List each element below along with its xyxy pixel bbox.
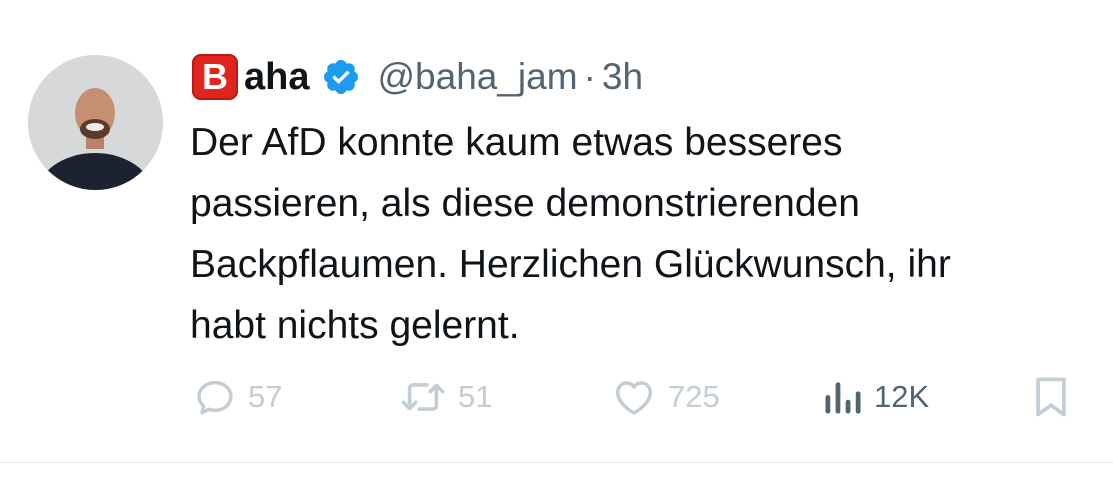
tweet-text-line: Backpflaumen. Herzlichen Glückwunsch, ih… <box>190 243 951 286</box>
heart-icon <box>615 381 653 415</box>
views-count: 12K <box>874 379 930 414</box>
tweet-text-line: passieren, als diese demonstrierenden <box>190 182 860 225</box>
action-bar: 57 51 725 12K <box>0 372 1113 422</box>
user-handle[interactable]: @baha_jam <box>377 56 577 98</box>
bookmark-icon <box>1036 377 1066 417</box>
views-button[interactable]: 12K <box>820 372 929 422</box>
reply-button[interactable]: 57 <box>192 372 282 422</box>
like-button[interactable]: 725 <box>610 372 720 422</box>
retweet-icon <box>401 383 445 411</box>
retweet-button[interactable]: 51 <box>398 372 492 422</box>
timestamp[interactable]: 3h <box>602 56 643 98</box>
tweet-text-line: Der AfD konnte kaum etwas besseres <box>190 121 843 164</box>
separator-dot: · <box>583 56 596 97</box>
tweet-text: Der AfD konnte kaum etwas besseres passi… <box>190 112 1110 356</box>
reply-count: 57 <box>248 379 283 414</box>
bottom-divider <box>0 462 1113 463</box>
tweet-header: B aha @baha_jam · 3h <box>192 50 643 104</box>
reply-icon <box>197 380 233 415</box>
display-name[interactable]: aha <box>244 56 309 99</box>
tweet-card[interactable]: B aha @baha_jam · 3h Der AfD konnte kaum… <box>0 0 1113 485</box>
analytics-icon <box>825 382 861 414</box>
like-count: 725 <box>668 379 720 414</box>
avatar[interactable] <box>28 55 163 190</box>
bookmark-button[interactable] <box>1030 372 1072 422</box>
name-badge-icon: B <box>192 54 238 100</box>
tweet-text-line: habt nichts gelernt. <box>190 304 520 347</box>
verified-badge-icon <box>324 59 359 95</box>
retweet-count: 51 <box>458 379 493 414</box>
avatar-photo <box>28 55 163 190</box>
